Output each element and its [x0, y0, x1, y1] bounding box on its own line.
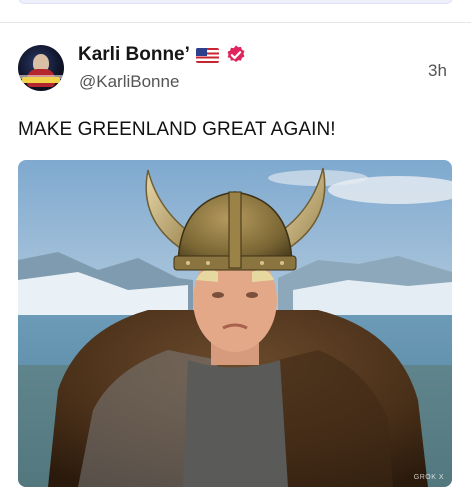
verified-badge-icon	[225, 44, 247, 66]
author-handle[interactable]: @KarliBonne	[79, 72, 179, 92]
author-name-row: Karli Bonne’	[78, 44, 247, 66]
image-watermark: GROK X	[413, 474, 444, 481]
post-divider	[0, 22, 471, 23]
post-text: MAKE GREENLAND GREAT AGAIN!	[18, 119, 336, 140]
author-avatar[interactable]	[18, 45, 64, 91]
post-image[interactable]: GROK X	[18, 160, 452, 487]
previous-post-edge	[18, 0, 453, 4]
avatar-banner	[22, 77, 60, 83]
post-timestamp[interactable]: 3h	[428, 61, 447, 81]
author-name[interactable]: Karli Bonne’	[78, 44, 190, 66]
us-flag-icon	[195, 47, 219, 63]
